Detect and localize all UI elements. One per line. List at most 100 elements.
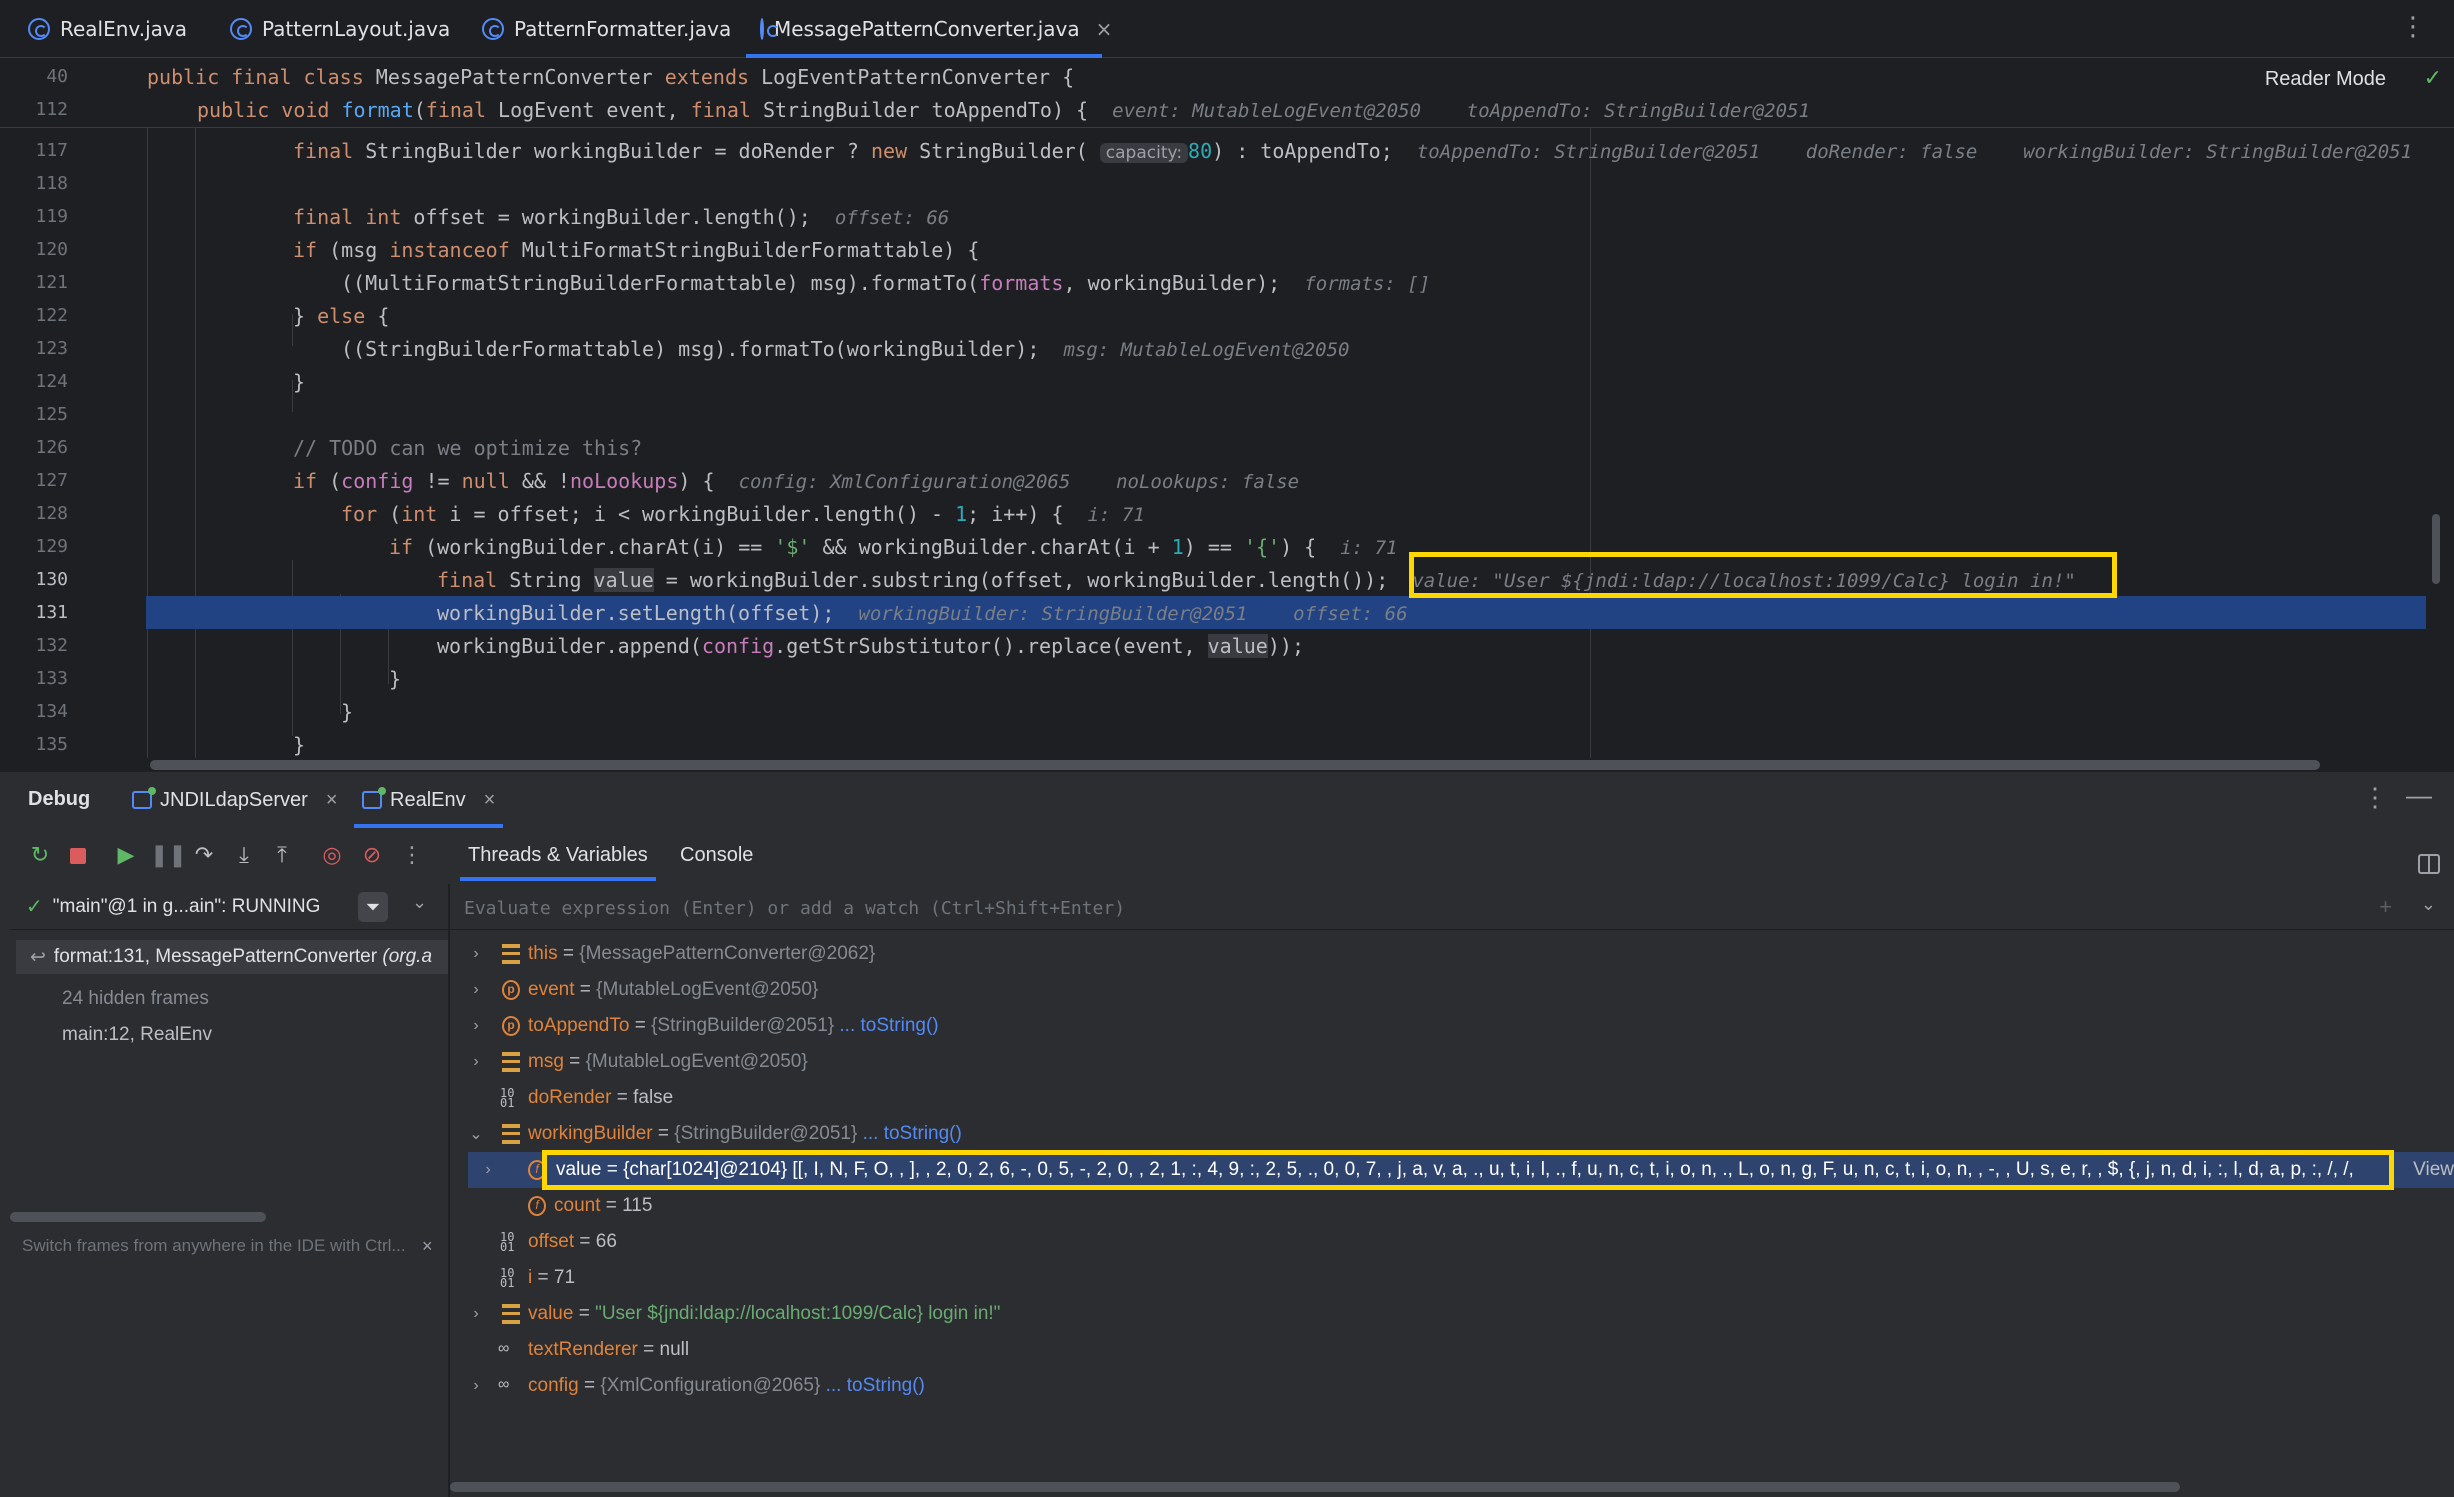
variable-row[interactable]: › p toAppendTo = {StringBuilder@2051} ..… bbox=[450, 1008, 2454, 1044]
frames-panel: ✓ "main"@1 in g...ain": RUNNING ⏷ ⌄ ↩ fo… bbox=[10, 884, 448, 1497]
variable-row[interactable]: ⌄ workingBuilder = {StringBuilder@2051} … bbox=[450, 1116, 2454, 1152]
chevron-down-icon[interactable]: ⌄ bbox=[2421, 894, 2436, 915]
step-out-icon[interactable]: ⤒ bbox=[268, 843, 296, 869]
layout-icon[interactable] bbox=[2418, 854, 2440, 874]
variable-row[interactable]: 10 01 i = 71 bbox=[450, 1260, 2454, 1296]
thread-selector[interactable]: ✓ "main"@1 in g...ain": RUNNING ⏷ ⌄ bbox=[10, 884, 448, 930]
variable-value: null bbox=[659, 1339, 690, 1360]
more-options-icon[interactable]: ⋮ bbox=[2362, 782, 2388, 813]
inline-debug-hint: event: MutableLogEvent@2050 toAppendTo: … bbox=[1112, 99, 1810, 122]
code-row: 134 } bbox=[0, 695, 2454, 728]
variable-row[interactable]: › this = {MessagePatternConverter@2062} bbox=[450, 936, 2454, 972]
mute-breakpoints-icon[interactable]: ⊘ bbox=[358, 843, 386, 869]
parameter-icon: p bbox=[502, 1016, 520, 1036]
variable-row[interactable]: 10 01 offset = 66 bbox=[450, 1224, 2454, 1260]
tab-patternlayout[interactable]: PatternLayout.java bbox=[202, 0, 456, 58]
line-number: 118 bbox=[35, 173, 68, 194]
variable-value: false bbox=[633, 1087, 674, 1108]
tab-messagepatternconverter[interactable]: MessagePatternConverter.java × bbox=[746, 0, 1112, 58]
code-line: ((StringBuilderFormattable) msg).formatT… bbox=[341, 336, 1350, 361]
object-icon bbox=[502, 1304, 520, 1324]
resume-icon[interactable]: ▶ bbox=[112, 843, 140, 869]
frame-item[interactable]: main:12, RealEnv bbox=[62, 1024, 212, 1046]
expand-arrow-icon[interactable]: › bbox=[468, 981, 484, 999]
minimize-icon[interactable]: — bbox=[2406, 780, 2432, 811]
evaluate-expression-input[interactable] bbox=[464, 894, 2264, 922]
variable-row[interactable]: 10 01 doRender = false bbox=[450, 1080, 2454, 1116]
code-row: 129 if (workingBuilder.charAt(i) == '$' … bbox=[0, 530, 2454, 563]
tab-realenv[interactable]: RealEnv.java bbox=[0, 0, 200, 58]
expand-arrow-icon[interactable]: › bbox=[468, 1377, 484, 1395]
equals: = bbox=[611, 1087, 634, 1108]
add-watch-icon[interactable]: + bbox=[2379, 894, 2392, 920]
code-row: 124 } bbox=[0, 365, 2454, 398]
debug-tab-jndildapserver[interactable]: JNDILdapServer × bbox=[132, 784, 338, 816]
step-over-icon[interactable]: ↷ bbox=[190, 843, 218, 869]
code-line: if (config != null && !noLookups) { conf… bbox=[293, 468, 1300, 493]
code-row: 130 final String value = workingBuilder.… bbox=[0, 563, 2454, 596]
expand-arrow-icon[interactable]: › bbox=[468, 1305, 484, 1323]
line-number: 132 bbox=[35, 635, 68, 656]
code-editor[interactable]: 40 public final class MessagePatternConv… bbox=[0, 58, 2454, 770]
vertical-scrollbar[interactable] bbox=[2432, 514, 2440, 584]
primitive-icon: 10 01 bbox=[500, 1086, 515, 1110]
equals: = bbox=[557, 943, 580, 964]
frame-selected[interactable]: ↩ format:131, MessagePatternConverter (o… bbox=[16, 940, 448, 974]
expand-arrow-icon[interactable]: › bbox=[468, 945, 484, 963]
variable-row[interactable]: f count = 115 bbox=[450, 1188, 2454, 1224]
code-line: ((MultiFormatStringBuilderFormattable) m… bbox=[341, 270, 1431, 295]
expand-arrow-icon[interactable]: › bbox=[468, 1017, 484, 1035]
view-link[interactable]: View bbox=[2413, 1159, 2454, 1181]
filter-icon[interactable]: ⏷ bbox=[358, 892, 388, 922]
tab-patternformatter[interactable]: PatternFormatter.java bbox=[454, 0, 744, 58]
variable-name: msg bbox=[528, 1051, 564, 1072]
variable-row[interactable]: › msg = {MutableLogEvent@2050} bbox=[450, 1044, 2454, 1080]
subtab-console[interactable]: Console bbox=[680, 844, 753, 867]
view-breakpoints-icon[interactable]: ◎ bbox=[318, 843, 346, 869]
line-number: 127 bbox=[35, 470, 68, 491]
pause-icon[interactable]: ❚❚ bbox=[150, 843, 187, 869]
rerun-icon[interactable]: ↻ bbox=[26, 843, 54, 869]
variable-row[interactable]: › ∞ config = {XmlConfiguration@2065} ...… bbox=[450, 1368, 2454, 1404]
field-icon: f bbox=[528, 1160, 546, 1180]
horizontal-scrollbar[interactable] bbox=[10, 1212, 266, 1222]
close-icon[interactable]: × bbox=[326, 789, 338, 812]
chevron-down-icon[interactable]: ⌄ bbox=[412, 892, 427, 913]
horizontal-scrollbar[interactable] bbox=[450, 1482, 2180, 1492]
variable-row[interactable]: › value = "User ${jndi:ldap://localhost:… bbox=[450, 1296, 2454, 1332]
stop-icon[interactable] bbox=[64, 843, 92, 869]
more-options-icon[interactable]: ⋮ bbox=[2400, 12, 2426, 42]
expand-arrow-icon[interactable]: › bbox=[480, 1161, 496, 1179]
code-line: for (int i = offset; i < workingBuilder.… bbox=[341, 501, 1145, 526]
hidden-frames[interactable]: 24 hidden frames bbox=[62, 988, 209, 1010]
run-config-icon bbox=[132, 787, 156, 809]
variable-value: {StringBuilder@2051} bbox=[651, 1015, 835, 1036]
reader-mode-button[interactable]: Reader Mode bbox=[2265, 68, 2386, 91]
subtab-threads-variables[interactable]: Threads & Variables bbox=[460, 844, 656, 881]
debug-toolbar: ↻ ▶ ❚❚ ↷ ⤓ ⤒ ◎ ⊘ ⋮ bbox=[0, 827, 2454, 882]
step-into-icon[interactable]: ⤓ bbox=[230, 843, 258, 869]
code-line: if (msg instanceof MultiFormatStringBuil… bbox=[293, 237, 980, 262]
expand-arrow-icon[interactable]: › bbox=[468, 1053, 484, 1071]
collapse-arrow-icon[interactable]: ⌄ bbox=[468, 1124, 484, 1144]
inline-debug-hint: formats: [] bbox=[1304, 272, 1431, 295]
line-number: 131 bbox=[35, 602, 68, 623]
code-row: 118 bbox=[0, 167, 2454, 200]
variable-row[interactable]: › p event = {MutableLogEvent@2050} bbox=[450, 972, 2454, 1008]
close-icon[interactable]: × bbox=[1096, 17, 1113, 41]
variable-row[interactable]: ∞ textRenderer = null bbox=[450, 1332, 2454, 1368]
close-icon[interactable]: × bbox=[422, 1236, 433, 1257]
to-string-link[interactable]: ... toString() bbox=[834, 1015, 938, 1036]
close-icon[interactable]: × bbox=[484, 789, 496, 812]
variable-name: value bbox=[556, 1159, 602, 1180]
horizontal-scrollbar[interactable] bbox=[150, 760, 2320, 770]
code-line: } bbox=[293, 732, 306, 757]
debug-tab-realenv[interactable]: RealEnv × bbox=[353, 784, 504, 828]
to-string-link[interactable]: ... toString() bbox=[820, 1375, 925, 1396]
to-string-link[interactable]: ... toString() bbox=[857, 1123, 962, 1144]
variable-row-selected[interactable]: › f value = {char[1024]@2104} [[, I, N, … bbox=[468, 1152, 2454, 1188]
code-line: } bbox=[341, 699, 354, 724]
line-number: 125 bbox=[35, 404, 68, 425]
more-options-icon[interactable]: ⋮ bbox=[398, 843, 426, 869]
primitive-icon: 10 01 bbox=[500, 1230, 515, 1254]
